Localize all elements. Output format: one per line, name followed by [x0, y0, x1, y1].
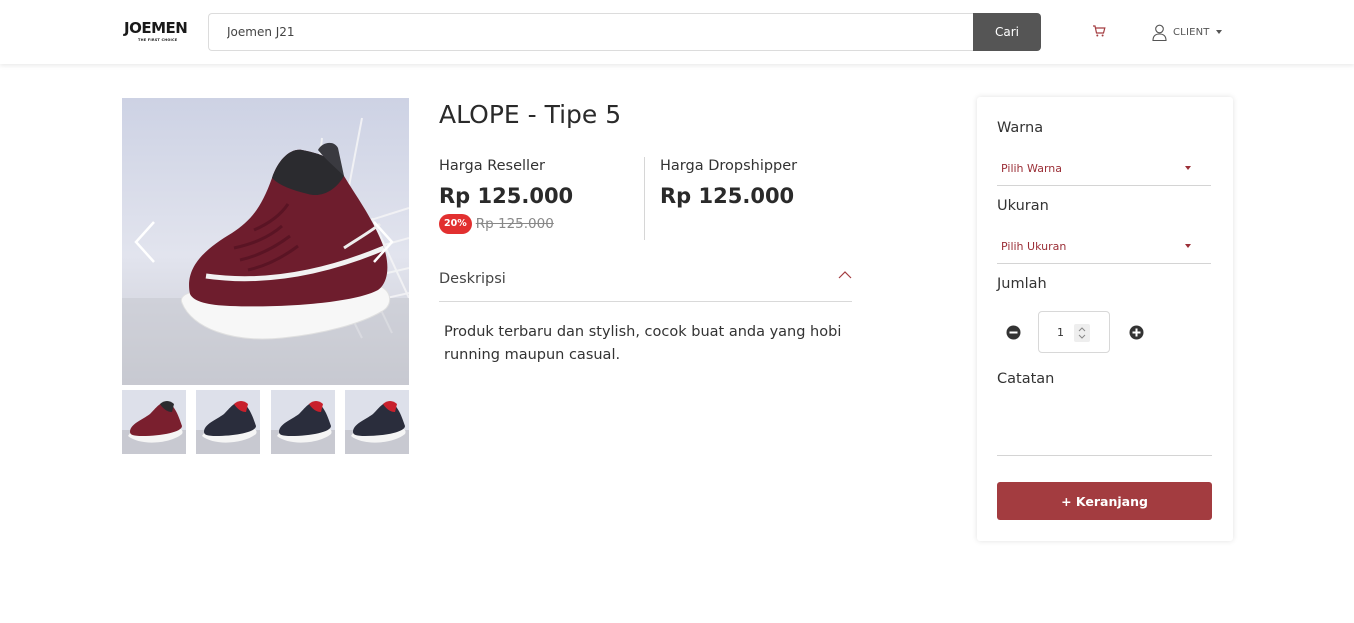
- dropship-price-label: Harga Dropshipper: [660, 158, 798, 174]
- product-main-image: [122, 98, 409, 385]
- cart-icon[interactable]: [1092, 24, 1106, 38]
- color-select[interactable]: Pilih Warna: [997, 152, 1211, 186]
- user-name: CLIENT: [1173, 26, 1210, 38]
- shoe-thumbnail-image: [345, 401, 409, 454]
- quantity-label: Jumlah: [997, 276, 1047, 292]
- minus-circle-icon[interactable]: [1006, 325, 1021, 340]
- spinner-arrows-icon[interactable]: [1074, 324, 1090, 342]
- chevron-down-icon: [1185, 166, 1191, 170]
- price-divider: [644, 157, 645, 240]
- chevron-up-icon: [838, 271, 852, 279]
- chevron-down-icon: [1185, 244, 1191, 248]
- description-text: Produk terbaru dan stylish, cocok buat a…: [444, 324, 842, 363]
- logo-tagline: THE FIRST CHOICE: [138, 38, 178, 42]
- dropship-price-block: Harga Dropshipper Rp 125.000: [660, 158, 797, 208]
- carousel-next-icon[interactable]: [370, 220, 396, 264]
- plus-circle-icon[interactable]: [1129, 325, 1144, 340]
- original-price: Rp 125.000: [475, 216, 554, 232]
- thumbnail-4[interactable]: [345, 390, 409, 454]
- thumbnail-1[interactable]: [122, 390, 186, 454]
- purchase-panel: Warna Pilih Warna Ukuran Pilih Ukuran Ju…: [977, 97, 1233, 541]
- user-icon: [1152, 24, 1167, 41]
- shoe-thumbnail-image: [122, 401, 186, 454]
- carousel-prev-icon[interactable]: [132, 220, 158, 264]
- reseller-price: Rp 125.000: [439, 184, 574, 208]
- logo-text: JOEMEN: [124, 19, 188, 37]
- user-menu[interactable]: CLIENT: [1152, 23, 1222, 41]
- description-heading: Deskripsi: [439, 271, 506, 287]
- thumbnail-2[interactable]: [196, 390, 260, 454]
- search-input[interactable]: [208, 13, 974, 51]
- description-toggle[interactable]: Deskripsi: [439, 262, 852, 302]
- color-label: Warna: [997, 120, 1044, 136]
- add-to-cart-button[interactable]: + Keranjang: [997, 482, 1212, 520]
- discount-badge: 20%: [439, 214, 472, 234]
- note-label: Catatan: [997, 371, 1055, 387]
- shoe-thumbnail-image: [271, 401, 335, 454]
- top-navbar: JOEMEN THE FIRST CHOICE Cari CLIENT: [0, 0, 1354, 64]
- reseller-price-block: Harga Reseller Rp 125.000: [439, 158, 573, 208]
- product-title: ALOPE - Tipe 5: [439, 100, 622, 129]
- size-select-value: Pilih Ukuran: [1001, 240, 1067, 253]
- shoe-illustration: [122, 117, 409, 385]
- quantity-value: 1: [1057, 326, 1064, 339]
- size-label: Ukuran: [997, 198, 1049, 214]
- size-select[interactable]: Pilih Ukuran: [997, 230, 1211, 264]
- search-bar: Cari: [208, 13, 1041, 51]
- quantity-stepper[interactable]: 1: [1038, 311, 1110, 353]
- note-field[interactable]: [997, 401, 1212, 456]
- search-button[interactable]: Cari: [973, 13, 1041, 51]
- thumbnail-3[interactable]: [271, 390, 335, 454]
- dropship-price: Rp 125.000: [660, 184, 795, 208]
- discount-row: 20% Rp 125.000: [439, 214, 554, 234]
- chevron-down-icon: [1215, 30, 1222, 34]
- color-select-value: Pilih Warna: [1001, 162, 1062, 175]
- brand-logo[interactable]: JOEMEN THE FIRST CHOICE: [124, 20, 190, 46]
- thumbnail-strip: [122, 390, 409, 454]
- reseller-price-label: Harga Reseller: [439, 158, 545, 174]
- shoe-thumbnail-image: [196, 401, 260, 454]
